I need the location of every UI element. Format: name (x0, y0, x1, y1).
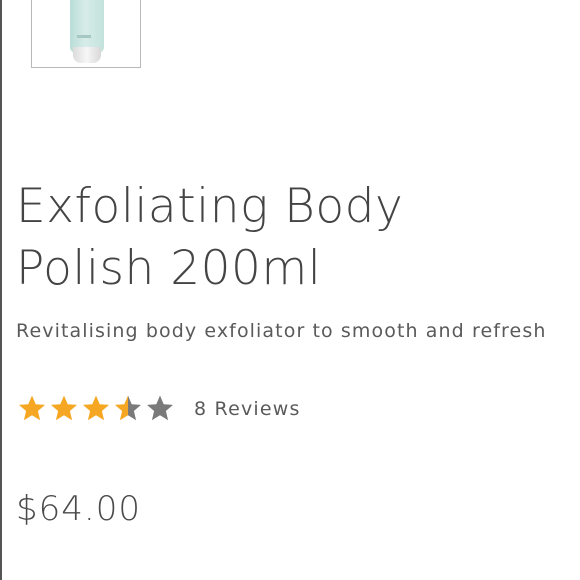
tube-body-image (70, 0, 104, 53)
product-title: Exfoliating Body Polish 200ml (16, 179, 404, 296)
product-thumbnail[interactable] (31, 0, 141, 68)
tube-cap-image (73, 47, 101, 63)
tube-label-image (77, 35, 91, 38)
product-subtitle: Revitalising body exfoliator to smooth a… (16, 320, 547, 342)
star-icon (19, 395, 45, 421)
product-price: $64.00 (16, 489, 141, 529)
star-icon (51, 395, 77, 421)
product-page: Exfoliating Body Polish 200ml Revitalisi… (0, 0, 580, 580)
rating-summary[interactable]: 8 Reviews (16, 392, 301, 426)
star-icon (83, 395, 109, 421)
star-rating (16, 393, 176, 425)
star-icon (115, 395, 141, 421)
left-divider (0, 0, 2, 580)
star-icon (147, 395, 173, 421)
reviews-link[interactable]: 8 Reviews (194, 398, 301, 420)
